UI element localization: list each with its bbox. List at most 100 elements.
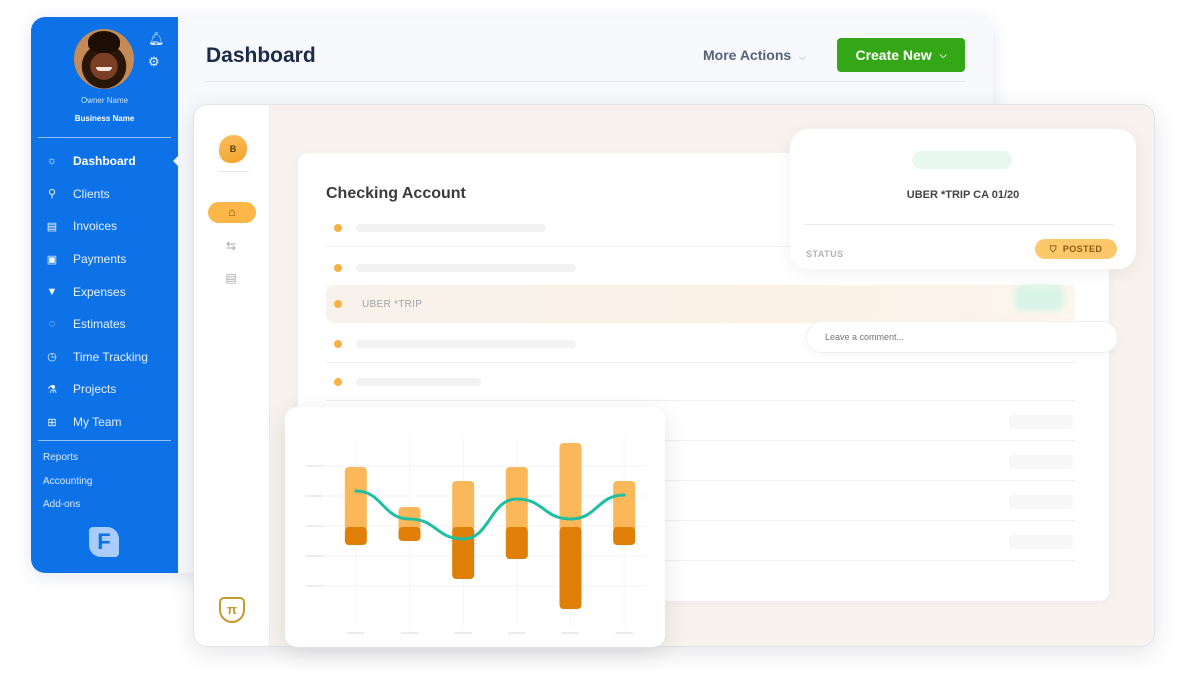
bar-income xyxy=(344,467,367,531)
sidebar-item-label: Expenses xyxy=(73,284,126,299)
x-tick-label xyxy=(561,632,580,634)
projects-icon: ⚗ xyxy=(47,383,57,396)
y-tick-label xyxy=(305,495,323,497)
avatar[interactable] xyxy=(74,29,134,89)
bar-income xyxy=(613,481,636,531)
sidebar-divider xyxy=(38,137,171,138)
shield-icon[interactable]: π xyxy=(219,597,245,623)
trend-line xyxy=(354,489,626,541)
amount-placeholder xyxy=(1014,285,1064,311)
sidebar-link-reports[interactable]: Reports xyxy=(43,451,92,475)
sidebar-link-add-ons[interactable]: Add-ons xyxy=(43,498,92,522)
x-tick-label xyxy=(454,632,473,634)
badge-icon: ⛉ xyxy=(1049,243,1057,254)
transfer-icon[interactable]: ⇆ xyxy=(222,239,240,253)
bar-income xyxy=(452,481,475,531)
x-tick-label xyxy=(400,632,419,634)
sidebar-item-clients[interactable]: ⚲ Clients xyxy=(31,178,178,211)
text-placeholder xyxy=(356,223,546,232)
payments-icon: ▣ xyxy=(46,253,58,266)
account-title: Checking Account xyxy=(326,185,466,202)
comment-input[interactable] xyxy=(806,321,1118,353)
invoices-icon: ▤ xyxy=(46,220,58,233)
y-tick-label xyxy=(305,525,323,527)
brand-logo[interactable]: F xyxy=(89,527,119,557)
document-icon[interactable]: ▤ xyxy=(222,271,240,285)
page-title: Dashboard xyxy=(206,44,316,67)
detail-divider xyxy=(804,224,1114,225)
sidebar-item-dashboard[interactable]: ☼ Dashboard xyxy=(31,145,179,178)
status-dot xyxy=(334,300,342,308)
more-actions-label: More Actions xyxy=(703,47,792,63)
team-icon: ⊞ xyxy=(47,416,57,429)
status-label: STATUS xyxy=(806,249,844,259)
sidebar-item-label: Dashboard xyxy=(73,154,136,169)
cashflow-chart xyxy=(305,437,647,634)
sidebar-item-label: Clients xyxy=(73,186,110,201)
status-value: POSTED xyxy=(1062,244,1103,254)
x-tick-label xyxy=(615,632,634,634)
transaction-row[interactable]: UBER *TRIP xyxy=(326,285,1075,323)
gear-icon[interactable]: ⚙ xyxy=(148,54,160,70)
sidebar-item-estimates[interactable]: ◌ Estimates xyxy=(31,308,178,341)
sidebar-item-label: My Team xyxy=(73,415,122,430)
chevron-down-icon: ⌵ xyxy=(799,52,806,62)
sidebar-item-projects[interactable]: ⚗ Projects xyxy=(31,373,178,406)
owner-name: Owner Name xyxy=(80,96,129,105)
dashboard-icon: ☼ xyxy=(46,155,58,168)
sidebar-link-accounting[interactable]: Accounting xyxy=(43,475,92,499)
sidebar: 🔔︎ ⚙ Owner Name Business Name ☼ Dashboard… xyxy=(31,17,179,573)
status-dot xyxy=(334,223,342,232)
stage: 🔔︎ ⚙ Owner Name Business Name ☼ Dashboard… xyxy=(0,0,1200,675)
amount-placeholder xyxy=(1009,454,1073,469)
sidebar-item-my-team[interactable]: ⊞ My Team xyxy=(31,406,178,439)
status-dot xyxy=(334,263,342,272)
clients-icon: ⚲ xyxy=(47,188,57,201)
estimates-icon: ◌ xyxy=(48,318,56,331)
sidebar-item-payments[interactable]: ▣ Payments xyxy=(31,243,178,276)
transaction-row[interactable] xyxy=(326,363,1075,401)
bar-expense xyxy=(344,527,367,545)
sidebar-item-expenses[interactable]: ▼ Expenses xyxy=(31,275,178,308)
sidebar-item-time-tracking[interactable]: ◷ Time Tracking xyxy=(31,341,178,374)
amount-placeholder xyxy=(1009,414,1073,429)
more-actions-button[interactable]: More Actions ⌵ xyxy=(703,47,806,63)
bar-expense xyxy=(559,527,582,609)
amount-placeholder xyxy=(1009,534,1073,549)
sidebar-nav: ☼ Dashboard ⚲ Clients ▤ Invoices ▣ Payments ▼ Exp… xyxy=(31,145,179,439)
business-name: Business Name xyxy=(74,114,135,123)
y-tick-label xyxy=(305,585,323,587)
sidebar-item-invoices[interactable]: ▤ Invoices xyxy=(31,210,178,243)
bar-expense xyxy=(613,527,636,545)
text-placeholder xyxy=(356,377,481,386)
create-new-button[interactable]: Create New ⌵ xyxy=(837,38,965,72)
chevron-down-icon: ⌵ xyxy=(939,49,947,60)
bar-expense xyxy=(505,527,528,559)
x-tick-label xyxy=(346,632,365,634)
status-dot xyxy=(334,377,342,386)
sidebar-item-label: Time Tracking xyxy=(73,349,148,364)
x-tick-label xyxy=(507,632,526,634)
text-placeholder xyxy=(356,339,576,348)
create-new-label: Create New xyxy=(855,47,932,63)
y-tick-label xyxy=(305,555,323,557)
amount-placeholder xyxy=(1009,494,1073,509)
sidebar-item-label: Estimates xyxy=(73,317,126,332)
text-placeholder xyxy=(356,263,576,272)
transaction-label: UBER *TRIP xyxy=(362,298,423,310)
transaction-title: UBER *TRIP CA 01/20 xyxy=(906,189,1020,201)
chart-card xyxy=(285,407,665,647)
rail-divider xyxy=(219,171,249,172)
status-badge: ⛉ POSTED xyxy=(1035,239,1117,259)
home-icon[interactable]: ⌂ xyxy=(208,202,256,223)
bar-expense xyxy=(398,527,421,541)
mini-rail: B ⌂ ⇆ ▤ π xyxy=(194,105,270,646)
sidebar-item-label: Projects xyxy=(73,382,117,397)
bell-icon[interactable]: 🔔︎ xyxy=(148,31,165,47)
bar-expense xyxy=(452,527,475,579)
expenses-icon: ▼ xyxy=(46,285,58,298)
transaction-detail-card: UBER *TRIP CA 01/20 STATUS ⛉ POSTED xyxy=(790,129,1136,269)
header-divider xyxy=(205,81,965,82)
business-logo[interactable]: B xyxy=(219,135,247,163)
status-dot xyxy=(334,339,342,348)
